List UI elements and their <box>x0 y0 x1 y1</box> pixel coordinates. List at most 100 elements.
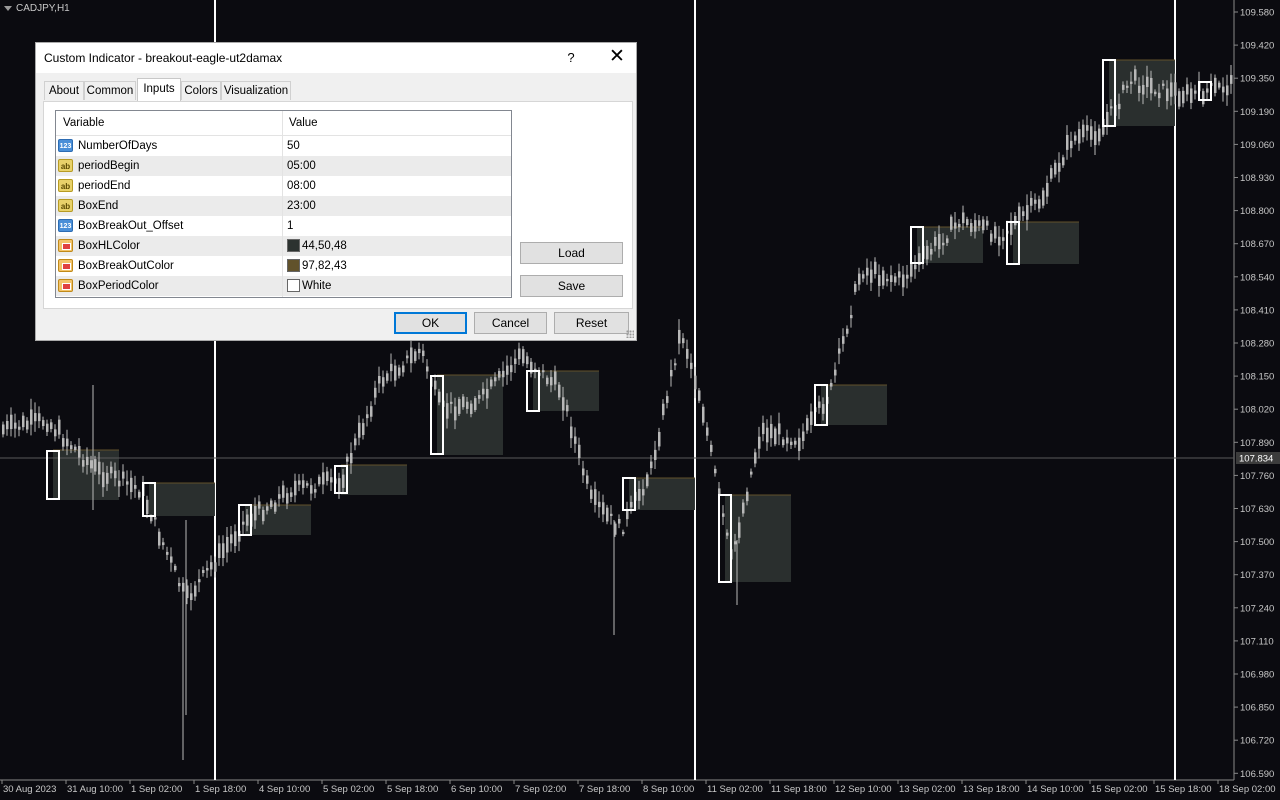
inputs-table[interactable]: Variable Value 123 NumberOfDays 50 ab period… <box>55 110 512 298</box>
candle-body <box>798 437 801 451</box>
load-button[interactable]: Load <box>520 242 623 264</box>
input-value[interactable]: 97,82,43 <box>302 260 347 272</box>
input-row[interactable]: ab periodBegin 05:00 <box>56 156 511 176</box>
tab-visualization[interactable]: Visualization <box>221 81 291 100</box>
input-name: BoxBreakOutColor <box>78 260 174 272</box>
candle-body <box>658 431 661 447</box>
input-row[interactable]: ab periodEnd 08:00 <box>56 176 511 196</box>
column-header-variable[interactable]: Variable <box>63 117 104 129</box>
candle-body <box>278 494 281 499</box>
close-icon[interactable]: ✕ <box>602 46 632 70</box>
input-row[interactable]: 123 BoxBreakOut_Offset 1 <box>56 216 511 236</box>
ok-button[interactable]: OK <box>394 312 467 334</box>
price-label: 109.420 <box>1240 41 1274 52</box>
candle-body <box>386 373 389 381</box>
price-label: 108.280 <box>1240 339 1274 350</box>
input-row[interactable]: BoxBreakOutColor 97,82,43 <box>56 256 511 276</box>
resize-grip-icon[interactable] <box>626 330 634 338</box>
time-label: 4 Sep 10:00 <box>259 784 310 795</box>
input-value[interactable]: 44,50,48 <box>302 240 347 252</box>
color-swatch[interactable] <box>287 239 300 252</box>
candle-body <box>138 491 141 498</box>
candle-body <box>126 481 129 485</box>
price-label: 107.500 <box>1240 537 1274 548</box>
color-icon <box>58 259 73 272</box>
candle-body <box>90 460 93 469</box>
candle-body <box>242 521 245 525</box>
candle-body <box>254 506 257 521</box>
bid-price-label: 107.834 <box>1239 454 1273 465</box>
candle-body <box>870 269 873 283</box>
candle-body <box>1186 84 1189 95</box>
tab-common[interactable]: Common <box>84 81 136 100</box>
cancel-button[interactable]: Cancel <box>474 312 547 334</box>
price-label: 106.590 <box>1240 769 1274 780</box>
column-header-value[interactable]: Value <box>289 117 318 129</box>
tab-inputs[interactable]: Inputs <box>137 78 181 101</box>
candle-body <box>406 355 409 359</box>
candle-body <box>206 568 209 571</box>
input-value[interactable]: 23:00 <box>287 200 316 212</box>
input-value[interactable]: White <box>302 280 331 292</box>
candle-body <box>454 406 457 421</box>
input-row[interactable]: BoxHLColor 44,50,48 <box>56 236 511 256</box>
candle-body <box>1070 140 1073 149</box>
input-row[interactable]: BoxPeriodColor White <box>56 276 511 296</box>
candle-body <box>1226 85 1229 96</box>
candle-body <box>990 233 993 242</box>
input-value[interactable]: 08:00 <box>287 180 316 192</box>
candle-body <box>674 363 677 366</box>
candle-body <box>894 276 897 283</box>
candle-body <box>578 444 581 458</box>
candle-body <box>358 422 361 438</box>
candle-body <box>466 401 469 409</box>
candle-body <box>1078 129 1081 144</box>
candle-body <box>490 379 493 387</box>
price-label: 108.540 <box>1240 272 1274 283</box>
candle-body <box>414 351 417 361</box>
candle-body <box>162 542 165 546</box>
input-value[interactable]: 1 <box>287 220 293 232</box>
candle-body <box>622 531 625 535</box>
candle-body <box>1214 77 1217 93</box>
candle-body <box>638 488 641 501</box>
input-row[interactable]: 123 NumberOfDays 50 <box>56 136 511 156</box>
time-label: 11 Sep 02:00 <box>707 784 763 795</box>
candle-body <box>458 399 461 414</box>
candle-body <box>706 427 709 436</box>
input-value[interactable]: 05:00 <box>287 160 316 172</box>
candle-body <box>898 271 901 278</box>
candle-body <box>1086 125 1089 131</box>
input-name: BoxHLColor <box>78 240 140 252</box>
reset-button[interactable]: Reset <box>554 312 629 334</box>
candle-body <box>1110 106 1113 109</box>
input-row[interactable]: ab BoxEnd 23:00 <box>56 196 511 216</box>
time-label: 8 Sep 10:00 <box>643 784 694 795</box>
candle-body <box>650 461 653 469</box>
color-swatch[interactable] <box>287 279 300 292</box>
dialog-titlebar[interactable]: Custom Indicator - breakout-eagle-ut2dam… <box>36 43 636 73</box>
inputs-panel: Variable Value 123 NumberOfDays 50 ab period… <box>43 101 633 309</box>
tab-colors[interactable]: Colors <box>181 81 221 100</box>
candle-body <box>742 502 745 514</box>
candle-body <box>806 418 809 431</box>
candle-body <box>562 397 565 411</box>
color-swatch[interactable] <box>287 259 300 272</box>
candle-body <box>262 509 265 522</box>
candle-body <box>10 414 13 430</box>
collapse-triangle-icon[interactable] <box>4 6 12 11</box>
save-button[interactable]: Save <box>520 275 623 297</box>
candle-body <box>546 377 549 385</box>
help-icon[interactable]: ? <box>556 46 586 70</box>
column-divider[interactable] <box>282 111 283 297</box>
input-value[interactable]: 50 <box>287 140 300 152</box>
candle-body <box>78 446 81 458</box>
candle-body <box>18 426 21 430</box>
candle-body <box>902 274 905 288</box>
candle-body <box>214 562 217 572</box>
tab-about[interactable]: About <box>44 81 84 100</box>
time-label: 13 Sep 18:00 <box>963 784 1020 795</box>
candle-body <box>882 270 885 286</box>
candle-body <box>1074 135 1077 141</box>
input-name: BoxBreakOut_Offset <box>78 220 184 232</box>
